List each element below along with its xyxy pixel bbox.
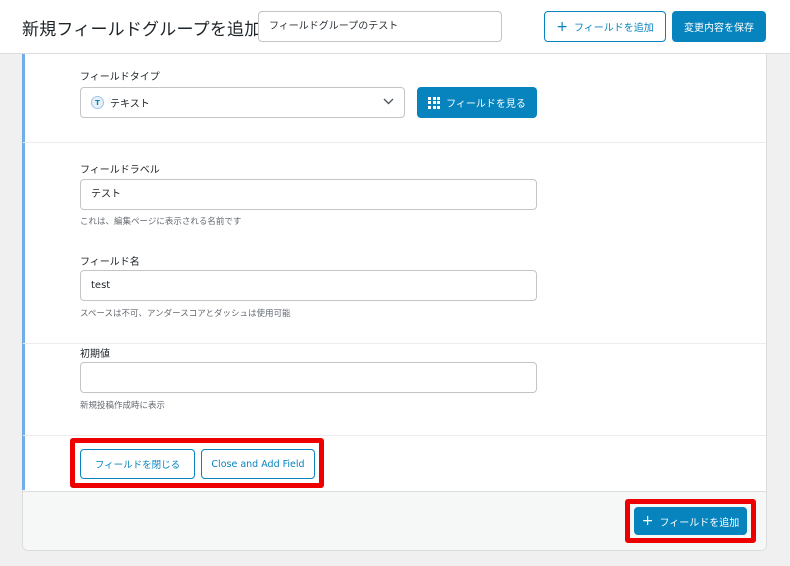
field-group-title-input[interactable]: フィールドグループのテスト bbox=[258, 11, 502, 42]
header-add-field-button[interactable]: + フィールドを追加 bbox=[544, 11, 666, 42]
field-name-hint: スペースは不可、アンダースコアとダッシュは使用可能 bbox=[80, 309, 291, 319]
field-label-input[interactable]: テスト bbox=[80, 179, 537, 210]
page-title: 新規フィールドグループを追加 bbox=[22, 20, 262, 40]
browse-fields-button[interactable]: フィールドを見る bbox=[417, 87, 537, 118]
section-divider bbox=[23, 435, 766, 436]
save-changes-button[interactable]: 変更内容を保存 bbox=[672, 11, 766, 42]
default-value-label: 初期値 bbox=[80, 349, 110, 360]
default-value-hint: 新規投稿作成時に表示 bbox=[80, 401, 166, 411]
plus-icon: + bbox=[641, 513, 654, 529]
field-label-hint: これは、編集ページに表示される名前です bbox=[80, 217, 242, 227]
header-add-field-label: フィールドを追加 bbox=[573, 23, 654, 34]
field-type-label: フィールドタイプ bbox=[80, 72, 160, 83]
section-divider bbox=[23, 343, 766, 344]
active-field-indicator bbox=[22, 54, 25, 490]
close-and-add-field-button[interactable]: Close and Add Field bbox=[201, 449, 315, 479]
section-divider bbox=[23, 142, 766, 143]
footer-add-field-button[interactable]: + フィールドを追加 bbox=[634, 507, 747, 535]
close-field-button[interactable]: フィールドを閉じる bbox=[80, 449, 195, 479]
browse-fields-label: フィールドを見る bbox=[446, 99, 526, 110]
field-type-selected: テキスト bbox=[110, 99, 150, 110]
footer-add-field-label: フィールドを追加 bbox=[659, 517, 740, 529]
field-name-label: フィールド名 bbox=[80, 257, 140, 268]
field-name-input[interactable]: test bbox=[80, 270, 537, 301]
field-label-label: フィールドラベル bbox=[80, 165, 160, 176]
chevron-down-icon bbox=[383, 97, 394, 108]
grid-icon bbox=[428, 96, 441, 109]
plus-icon: + bbox=[556, 18, 568, 35]
top-bar: 新規フィールドグループを追加 フィールドグループのテスト + フィールドを追加 … bbox=[0, 0, 790, 54]
text-type-icon: T bbox=[91, 96, 104, 109]
default-value-input[interactable] bbox=[80, 362, 537, 393]
field-type-select[interactable]: T テキスト bbox=[80, 87, 405, 118]
